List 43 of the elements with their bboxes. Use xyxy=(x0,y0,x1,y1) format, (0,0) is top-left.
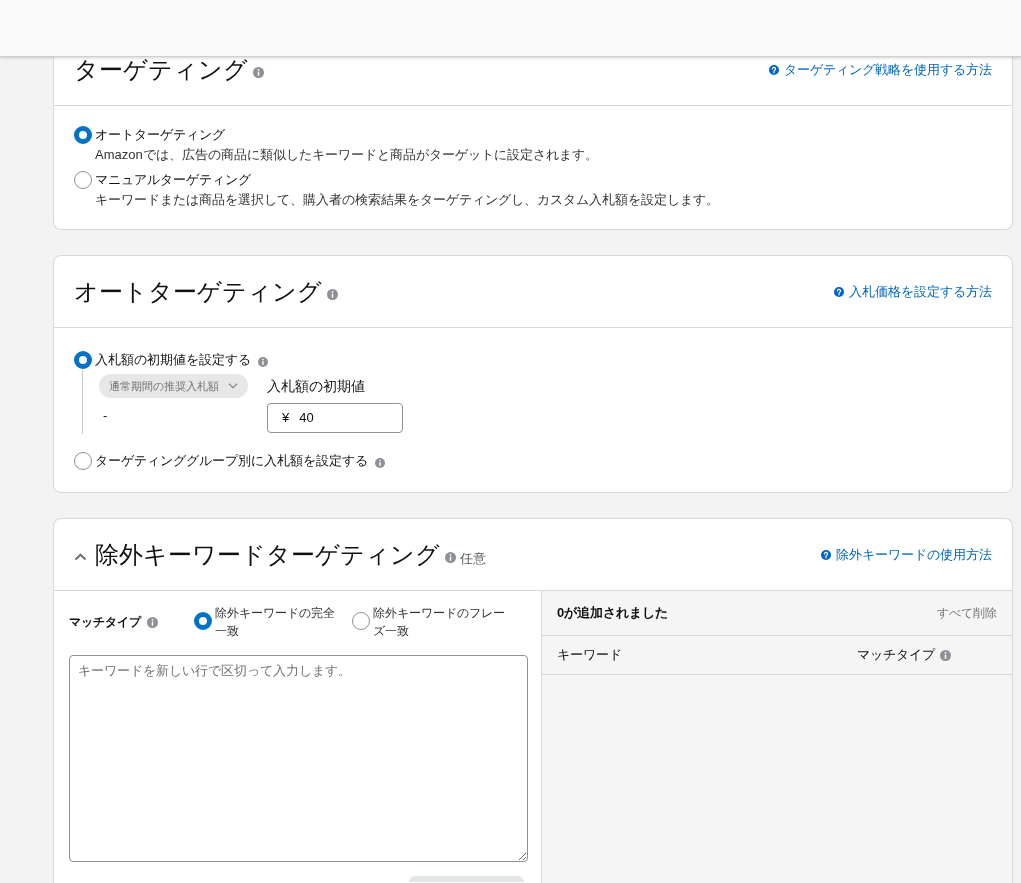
option-label: マニュアルターゲティング xyxy=(95,171,252,189)
chevron-up-icon[interactable] xyxy=(74,552,87,561)
help-link[interactable]: 除外キーワードの使用方法 xyxy=(821,545,992,564)
field-label: 入札額の初期値 xyxy=(267,378,365,394)
help-icon xyxy=(834,286,844,297)
option-label: 入札額の初期値を設定する xyxy=(95,351,251,369)
added-count: 0が追加されました xyxy=(557,604,669,623)
option-description: Amazonでは、広告の商品に類似したキーワードと商品がターゲットに設定されます。 xyxy=(95,146,598,164)
bid-amount-field[interactable]: ¥ 40 xyxy=(267,403,403,433)
column-header: キーワード xyxy=(557,646,622,665)
info-icon xyxy=(445,551,456,563)
help-icon xyxy=(769,65,779,75)
option-label: 除外キーワードのフレーズ一致 xyxy=(373,605,506,640)
radio-button[interactable] xyxy=(74,171,92,189)
radio-button[interactable] xyxy=(352,612,370,630)
option-description: キーワードまたは商品を選択して、購入者の検索結果をターゲティングし、カスタム入札額を設定します。 xyxy=(95,191,719,209)
column-header: マッチタイプ xyxy=(857,646,935,665)
option-label: 除外キーワードの完全一致 xyxy=(215,605,336,640)
section-title: オートターゲティング xyxy=(74,276,322,307)
option-label: オートターゲティング xyxy=(95,126,226,144)
radio-button[interactable] xyxy=(194,612,212,630)
radio-button[interactable] xyxy=(74,126,92,144)
suggested-bid-value: - xyxy=(103,408,108,423)
remove-all-link[interactable]: すべて削除 xyxy=(937,604,997,622)
info-icon xyxy=(258,356,268,367)
bid-type-dropdown[interactable]: 通常期間の推奨入札額 xyxy=(99,374,248,398)
section-title: 除外キーワードターゲティング xyxy=(95,539,440,570)
info-icon xyxy=(253,67,264,78)
help-link[interactable]: 入札価格を設定する方法 xyxy=(834,282,992,301)
radio-button[interactable] xyxy=(74,351,92,369)
chevron-down-icon xyxy=(228,383,238,389)
help-link[interactable]: ターゲティング戦略を使用する方法 xyxy=(769,61,992,79)
info-icon xyxy=(327,288,338,300)
radio-button[interactable] xyxy=(74,452,92,470)
option-label: ターゲティンググループ別に入札額を設定する xyxy=(95,452,368,470)
info-icon xyxy=(940,649,951,661)
keywords-input-field[interactable]: キーワードを新しい行で区切って入力します。 xyxy=(69,655,528,862)
section-title: ターゲティング xyxy=(74,57,248,83)
info-icon xyxy=(147,616,158,628)
help-icon xyxy=(821,549,831,560)
optional-label: 任意 xyxy=(460,549,486,568)
info-icon xyxy=(375,457,385,468)
field-label: マッチタイプ xyxy=(69,614,141,631)
